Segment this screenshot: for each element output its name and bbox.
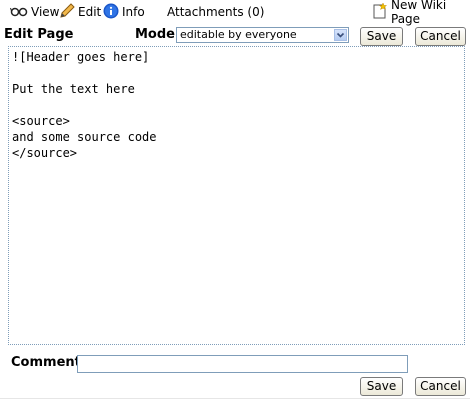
comment-input[interactable] [77, 355, 408, 373]
cancel-button[interactable]: Cancel [415, 27, 466, 46]
glasses-icon [10, 5, 28, 20]
save-button[interactable]: Save [360, 27, 403, 46]
comment-cancel-button[interactable]: Cancel [415, 377, 466, 396]
mode-label: Mode: [135, 27, 181, 42]
attachments-link[interactable]: Attachments (0) [167, 4, 264, 20]
new-wiki-page-link[interactable]: New Wiki Page [372, 0, 470, 26]
new-page-label: New Wiki Page [391, 0, 447, 26]
new-page-icon [372, 1, 388, 22]
comment-save-button[interactable]: Save [360, 377, 403, 396]
chevron-down-icon[interactable] [334, 29, 347, 41]
comment-label: Comment: [11, 355, 87, 370]
view-link[interactable]: View [10, 4, 59, 20]
toolbar: View Edit Info Attachments (0) New Wiki … [0, 0, 470, 26]
info-link[interactable]: Info [103, 3, 145, 22]
view-label: View [31, 5, 60, 19]
info-icon [103, 3, 119, 22]
page-content-editor[interactable]: ![Header goes here] Put the text here <s… [8, 46, 465, 345]
edit-label: Edit [78, 5, 102, 19]
page-title: Edit Page [4, 27, 74, 42]
pencil-icon [59, 2, 75, 22]
mode-select-value: editable by everyone [180, 28, 297, 41]
divider [0, 398, 470, 399]
mode-select[interactable]: editable by everyone [176, 27, 349, 43]
info-label: Info [122, 5, 145, 19]
attachments-label: Attachments (0) [167, 5, 265, 19]
edit-link[interactable]: Edit [59, 2, 102, 22]
